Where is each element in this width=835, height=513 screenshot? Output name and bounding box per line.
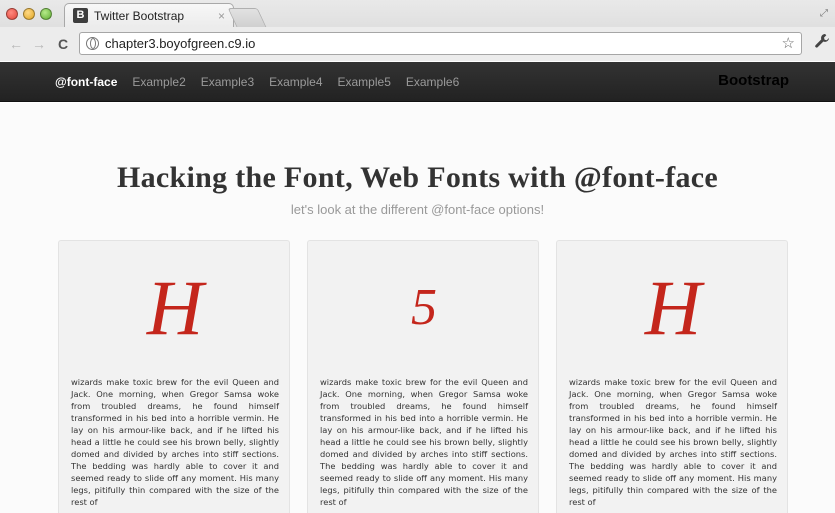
page-content: Hacking the Font, Web Fonts with @font-f… [0, 103, 835, 513]
nav-link-example6[interactable]: Example6 [406, 75, 459, 89]
card-text: wizards make toxic brew for the evil Que… [71, 377, 279, 507]
tab-close-icon[interactable]: × [218, 9, 225, 23]
glyph-container: H [59, 255, 291, 360]
glyph-container: H [557, 255, 789, 360]
page-title: Hacking the Font, Web Fonts with @font-f… [116, 161, 719, 194]
reload-button[interactable]: C [56, 36, 70, 52]
forward-button[interactable]: → [32, 36, 46, 52]
bootstrap-favicon-icon: B [73, 8, 88, 23]
bookmark-star-icon[interactable]: ☆ [782, 34, 795, 52]
page-subtitle: let's look at the different @font-face o… [290, 202, 545, 217]
wrench-icon[interactable] [814, 33, 830, 54]
minimize-window-button[interactable] [23, 8, 35, 20]
nav-link-font-face[interactable]: @font-face [55, 75, 117, 89]
nav-link-example4[interactable]: Example4 [269, 75, 322, 89]
glyph-container: 5 [308, 255, 540, 360]
nav-link-example3[interactable]: Example3 [201, 75, 254, 89]
brand-link[interactable]: Bootstrap [718, 72, 789, 89]
tab-title: Twitter Bootstrap [94, 8, 185, 23]
nav-link-example2[interactable]: Example2 [132, 75, 185, 89]
card-text: wizards make toxic brew for the evil Que… [320, 377, 528, 507]
browser-chrome: B Twitter Bootstrap × ⤢ ← → C chapter3.b… [0, 0, 835, 61]
site-navbar: @font-face Example2 Example3 Example4 Ex… [0, 62, 835, 102]
globe-icon [86, 37, 99, 50]
numeral-glyph: 5 [411, 279, 437, 336]
nav-link-example5[interactable]: Example5 [338, 75, 391, 89]
zoom-window-button[interactable] [40, 8, 52, 20]
address-bar[interactable]: chapter3.boyofgreen.c9.io ☆ [79, 32, 802, 55]
close-window-button[interactable] [6, 8, 18, 20]
font-card: 5 wizards make toxic brew for the evil Q… [307, 240, 539, 513]
script-glyph: H [146, 263, 204, 351]
font-card: H wizards make toxic brew for the evil Q… [556, 240, 788, 513]
url-text[interactable]: chapter3.boyofgreen.c9.io [105, 36, 255, 51]
back-button[interactable]: ← [9, 36, 23, 52]
font-card: H wizards make toxic brew for the evil Q… [58, 240, 290, 513]
nav-links: @font-face Example2 Example3 Example4 Ex… [55, 62, 474, 102]
fullscreen-icon[interactable]: ⤢ [820, 8, 828, 19]
browser-toolbar: ← → C chapter3.boyofgreen.c9.io ☆ [0, 27, 835, 61]
script-glyph: H [644, 263, 702, 351]
browser-tab[interactable]: B Twitter Bootstrap × [64, 3, 234, 27]
window-controls [6, 8, 52, 20]
card-text: wizards make toxic brew for the evil Que… [569, 377, 777, 507]
